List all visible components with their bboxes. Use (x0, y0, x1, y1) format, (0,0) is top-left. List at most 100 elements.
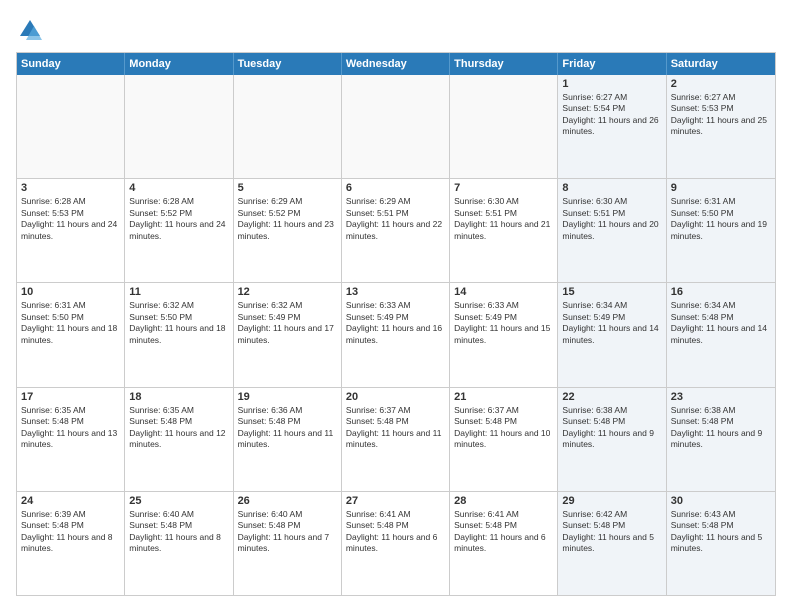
day-info: Sunrise: 6:42 AM Sunset: 5:48 PM Dayligh… (562, 509, 661, 555)
header (16, 16, 776, 44)
day-number: 22 (562, 391, 661, 403)
day-number: 2 (671, 78, 771, 90)
day-info: Sunrise: 6:41 AM Sunset: 5:48 PM Dayligh… (346, 509, 445, 555)
day-info: Sunrise: 6:41 AM Sunset: 5:48 PM Dayligh… (454, 509, 553, 555)
cal-cell: 9 Sunrise: 6:31 AM Sunset: 5:50 PM Daylig… (667, 179, 775, 282)
cal-cell: 20 Sunrise: 6:37 AM Sunset: 5:48 PM Dayli… (342, 388, 450, 491)
cal-cell: 11 Sunrise: 6:32 AM Sunset: 5:50 PM Dayli… (125, 283, 233, 386)
cal-cell: 1 Sunrise: 6:27 AM Sunset: 5:54 PM Daylig… (558, 75, 666, 178)
cal-cell: 25Sunrise: 6:40 AM Sunset: 5:48 PM Dayli… (125, 492, 233, 595)
cal-cell: 7Sunrise: 6:30 AM Sunset: 5:51 PM Daylig… (450, 179, 558, 282)
day-info: Sunrise: 6:40 AM Sunset: 5:48 PM Dayligh… (238, 509, 337, 555)
day-info: Sunrise: 6:32 AM Sunset: 5:50 PM Dayligh… (129, 300, 228, 346)
cal-cell: 21 Sunrise: 6:37 AM Sunset: 5:48 PM Dayli… (450, 388, 558, 491)
cal-cell: 5 Sunrise: 6:29 AM Sunset: 5:52 PM Daylig… (234, 179, 342, 282)
day-number: 20 (346, 391, 445, 403)
day-number: 25 (129, 495, 228, 507)
day-info: Sunrise: 6:35 AM Sunset: 5:48 PM Dayligh… (129, 405, 228, 451)
day-number: 6 (346, 182, 445, 194)
day-info: Sunrise: 6:36 AM Sunset: 5:48 PM Dayligh… (238, 405, 337, 451)
cal-cell: 15 Sunrise: 6:34 AM Sunset: 5:49 PM Dayli… (558, 283, 666, 386)
day-info: Sunrise: 6:33 AM Sunset: 5:49 PM Dayligh… (346, 300, 445, 346)
day-number: 26 (238, 495, 337, 507)
day-number: 11 (129, 286, 228, 298)
cal-cell: 8 Sunrise: 6:30 AM Sunset: 5:51 PM Daylig… (558, 179, 666, 282)
day-number: 19 (238, 391, 337, 403)
week-row-2: 10 Sunrise: 6:31 AM Sunset: 5:50 PM Dayli… (17, 283, 775, 387)
cal-cell: 13 Sunrise: 6:33 AM Sunset: 5:49 PM Dayli… (342, 283, 450, 386)
cal-cell: 30Sunrise: 6:43 AM Sunset: 5:48 PM Dayli… (667, 492, 775, 595)
day-number: 27 (346, 495, 445, 507)
day-info: Sunrise: 6:35 AM Sunset: 5:48 PM Dayligh… (21, 405, 120, 451)
day-number: 18 (129, 391, 228, 403)
day-number: 4 (129, 182, 228, 194)
week-row-0: 1 Sunrise: 6:27 AM Sunset: 5:54 PM Daylig… (17, 75, 775, 179)
day-number: 13 (346, 286, 445, 298)
cal-cell (342, 75, 450, 178)
cal-cell: 6 Sunrise: 6:29 AM Sunset: 5:51 PM Daylig… (342, 179, 450, 282)
cal-cell: 19 Sunrise: 6:36 AM Sunset: 5:48 PM Dayli… (234, 388, 342, 491)
cal-cell: 27 Sunrise: 6:41 AM Sunset: 5:48 PM Dayli… (342, 492, 450, 595)
header-cell-tuesday: Tuesday (234, 53, 342, 75)
day-info: Sunrise: 6:33 AM Sunset: 5:49 PM Dayligh… (454, 300, 553, 346)
cal-cell: 16 Sunrise: 6:34 AM Sunset: 5:48 PM Dayli… (667, 283, 775, 386)
day-info: Sunrise: 6:31 AM Sunset: 5:50 PM Dayligh… (671, 196, 771, 242)
cal-cell (17, 75, 125, 178)
day-number: 24 (21, 495, 120, 507)
day-info: Sunrise: 6:28 AM Sunset: 5:52 PM Dayligh… (129, 196, 228, 242)
day-info: Sunrise: 6:29 AM Sunset: 5:52 PM Dayligh… (238, 196, 337, 242)
cal-cell: 10 Sunrise: 6:31 AM Sunset: 5:50 PM Dayli… (17, 283, 125, 386)
day-info: Sunrise: 6:43 AM Sunset: 5:48 PM Dayligh… (671, 509, 771, 555)
week-row-3: 17 Sunrise: 6:35 AM Sunset: 5:48 PM Dayli… (17, 388, 775, 492)
logo-icon (16, 16, 44, 44)
cal-cell: 18 Sunrise: 6:35 AM Sunset: 5:48 PM Dayli… (125, 388, 233, 491)
cal-cell: 28 Sunrise: 6:41 AM Sunset: 5:48 PM Dayli… (450, 492, 558, 595)
cal-cell: 22Sunrise: 6:38 AM Sunset: 5:48 PM Dayli… (558, 388, 666, 491)
day-info: Sunrise: 6:31 AM Sunset: 5:50 PM Dayligh… (21, 300, 120, 346)
day-number: 9 (671, 182, 771, 194)
cal-cell: 4 Sunrise: 6:28 AM Sunset: 5:52 PM Daylig… (125, 179, 233, 282)
day-number: 3 (21, 182, 120, 194)
day-info: Sunrise: 6:28 AM Sunset: 5:53 PM Dayligh… (21, 196, 120, 242)
header-cell-saturday: Saturday (667, 53, 775, 75)
day-info: Sunrise: 6:30 AM Sunset: 5:51 PM Dayligh… (562, 196, 661, 242)
day-info: Sunrise: 6:27 AM Sunset: 5:53 PM Dayligh… (671, 92, 771, 138)
day-info: Sunrise: 6:39 AM Sunset: 5:48 PM Dayligh… (21, 509, 120, 555)
week-row-4: 24 Sunrise: 6:39 AM Sunset: 5:48 PM Dayli… (17, 492, 775, 595)
cal-cell: 14 Sunrise: 6:33 AM Sunset: 5:49 PM Dayli… (450, 283, 558, 386)
header-cell-friday: Friday (558, 53, 666, 75)
day-number: 7 (454, 182, 553, 194)
day-number: 1 (562, 78, 661, 90)
day-number: 17 (21, 391, 120, 403)
cal-cell: 2 Sunrise: 6:27 AM Sunset: 5:53 PM Daylig… (667, 75, 775, 178)
day-info: Sunrise: 6:37 AM Sunset: 5:48 PM Dayligh… (346, 405, 445, 451)
cal-cell: 29Sunrise: 6:42 AM Sunset: 5:48 PM Dayli… (558, 492, 666, 595)
cal-cell: 26 Sunrise: 6:40 AM Sunset: 5:48 PM Dayli… (234, 492, 342, 595)
day-number: 21 (454, 391, 553, 403)
logo (16, 16, 48, 44)
day-number: 23 (671, 391, 771, 403)
day-info: Sunrise: 6:37 AM Sunset: 5:48 PM Dayligh… (454, 405, 553, 451)
day-number: 12 (238, 286, 337, 298)
header-cell-wednesday: Wednesday (342, 53, 450, 75)
calendar: SundayMondayTuesdayWednesdayThursdayFrid… (16, 52, 776, 596)
day-number: 10 (21, 286, 120, 298)
header-cell-thursday: Thursday (450, 53, 558, 75)
day-info: Sunrise: 6:27 AM Sunset: 5:54 PM Dayligh… (562, 92, 661, 138)
day-number: 14 (454, 286, 553, 298)
cal-cell: 24 Sunrise: 6:39 AM Sunset: 5:48 PM Dayli… (17, 492, 125, 595)
header-cell-sunday: Sunday (17, 53, 125, 75)
day-number: 28 (454, 495, 553, 507)
day-number: 16 (671, 286, 771, 298)
day-number: 8 (562, 182, 661, 194)
day-info: Sunrise: 6:34 AM Sunset: 5:48 PM Dayligh… (671, 300, 771, 346)
header-cell-monday: Monday (125, 53, 233, 75)
cal-cell: 12Sunrise: 6:32 AM Sunset: 5:49 PM Dayli… (234, 283, 342, 386)
cal-cell: 3 Sunrise: 6:28 AM Sunset: 5:53 PM Daylig… (17, 179, 125, 282)
week-row-1: 3 Sunrise: 6:28 AM Sunset: 5:53 PM Daylig… (17, 179, 775, 283)
day-info: Sunrise: 6:34 AM Sunset: 5:49 PM Dayligh… (562, 300, 661, 346)
day-number: 15 (562, 286, 661, 298)
day-number: 5 (238, 182, 337, 194)
day-info: Sunrise: 6:29 AM Sunset: 5:51 PM Dayligh… (346, 196, 445, 242)
day-info: Sunrise: 6:38 AM Sunset: 5:48 PM Dayligh… (671, 405, 771, 451)
